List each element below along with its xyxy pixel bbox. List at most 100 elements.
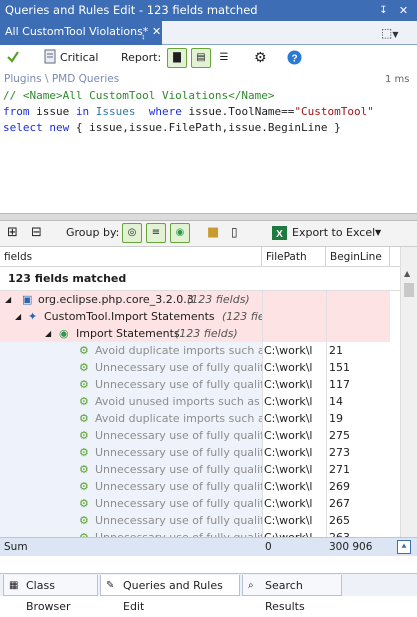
rule-violation-icon: ⚙ xyxy=(79,361,89,374)
svg-text:X: X xyxy=(276,229,283,240)
help-icon[interactable]: ? xyxy=(287,50,302,65)
list-item[interactable]: ⚙ Unnecessary use of fully qualifiedC:\wo… xyxy=(0,529,400,537)
item-beginline: 271 xyxy=(326,461,390,478)
export-dropdown-icon[interactable]: ▼ xyxy=(375,221,381,245)
collapse-arrow-icon[interactable]: ◢ xyxy=(15,308,21,325)
item-beginline: 265 xyxy=(326,512,390,529)
code-line-comment: // <Name>All CustomTool Violations</Name… xyxy=(3,89,275,102)
list-item[interactable]: ⚙ Unnecessary use of fully qualifiedC:\wo… xyxy=(0,359,400,376)
group-by-type-icon[interactable]: ◉ xyxy=(170,223,190,243)
expand-all-icon[interactable]: ⊞ xyxy=(7,225,18,240)
tree-row-assembly[interactable]: ◢ ▣ org.eclipse.php.core_3.2.0.3 (123 field… xyxy=(0,291,400,308)
export-to-excel-button[interactable]: Export to Excel xyxy=(292,221,375,245)
scroll-thumb[interactable] xyxy=(404,283,414,297)
tree-label: Import Statements xyxy=(76,327,180,340)
rule-violation-icon: ⚙ xyxy=(79,344,89,357)
critical-icon[interactable] xyxy=(44,49,58,65)
collapse-up-icon[interactable]: ⯅ xyxy=(397,540,411,554)
pin-icon[interactable]: ↧ xyxy=(376,3,391,18)
item-text: Unnecessary use of fully qualified xyxy=(95,361,262,374)
list-item[interactable]: ⚙ Unnecessary use of fully qualifiedC:\wo… xyxy=(0,427,400,444)
item-text: Unnecessary use of fully qualified xyxy=(95,514,262,527)
list-item[interactable]: ⚙ Unnecessary use of fully qualifiedC:\wo… xyxy=(0,478,400,495)
list-item[interactable]: ⚙ Unnecessary use of fully qualifiedC:\wo… xyxy=(0,461,400,478)
item-beginline: 263 xyxy=(326,529,390,537)
code-line-from: from issue in Issues where issue.ToolNam… xyxy=(3,105,374,118)
list-item[interactable]: ⚙ Avoid unused imports such as 'javC:\wor… xyxy=(0,393,400,410)
rule-violation-icon: ⚙ xyxy=(79,480,89,493)
collapse-arrow-icon[interactable]: ◢ xyxy=(45,325,51,342)
group-by-assembly-icon[interactable]: ◎ xyxy=(122,223,142,243)
excel-icon[interactable]: X xyxy=(272,226,287,240)
new-tab-icon: ⬚ xyxy=(381,26,393,40)
column-header-beginline[interactable]: BeginLine xyxy=(326,247,390,267)
item-beginline: 19 xyxy=(326,410,390,427)
report-bars-icon[interactable]: ▇ xyxy=(167,48,187,68)
sum-row: Sum 0 300 906 ⯅ xyxy=(0,537,417,556)
tab-search-results[interactable]: ⌕ Search Results xyxy=(242,575,342,613)
search-icon: ⌕ xyxy=(248,580,254,591)
item-filepath: C:\work\l xyxy=(262,495,326,512)
item-filepath: C:\work\l xyxy=(262,410,326,427)
item-text: Unnecessary use of fully qualified xyxy=(95,378,262,391)
list-item[interactable]: ⚙ Unnecessary use of fully qualifiedC:\wo… xyxy=(0,495,400,512)
list-item[interactable]: ⚙ Unnecessary use of fully qualifiedC:\wo… xyxy=(0,512,400,529)
panel-splitter[interactable] xyxy=(0,213,417,221)
tab-queries-and-rules-edit[interactable]: ✎ Queries and Rules Edit xyxy=(100,575,240,613)
group-by-namespace-icon[interactable]: ≡ xyxy=(146,223,166,243)
gear-icon[interactable]: ⚙ xyxy=(254,50,267,66)
item-beginline: 14 xyxy=(326,393,390,410)
tab-all-customtool-violations[interactable]: All CustomTool Violations* ⨟ ✕ xyxy=(0,21,162,45)
folder-icon[interactable]: ■ xyxy=(207,225,219,240)
window-title: Queries and Rules Edit - 123 fields matc… xyxy=(5,3,258,17)
namespace-icon: ✦ xyxy=(28,310,38,323)
item-text: Avoid duplicate imports such as 'c xyxy=(95,344,262,357)
rule-violation-icon: ⚙ xyxy=(79,463,89,476)
breadcrumb[interactable]: Plugins \ PMD Queries xyxy=(0,71,417,88)
tree-row-type[interactable]: ◢ ◉ Import Statements (123 fields) xyxy=(0,325,400,342)
tree-label: org.eclipse.php.core_3.2.0.3 xyxy=(38,293,194,306)
results-toolbar: ⊞ ⊟ Group by: ◎ ≡ ◉ ■ ▯ X Export to Exce… xyxy=(0,221,417,247)
column-header-fields[interactable]: fields xyxy=(0,247,262,267)
list-item[interactable]: ⚙ Unnecessary use of fully qualifiedC:\wo… xyxy=(0,444,400,461)
svg-text:?: ? xyxy=(291,54,297,65)
window-title-bar: Queries and Rules Edit - 123 fields matc… xyxy=(0,0,417,21)
tab-dropdown-button[interactable]: ⬚▼ xyxy=(381,24,411,42)
column-header-filepath[interactable]: FilePath xyxy=(262,247,326,267)
tree-label: CustomTool.Import Statements xyxy=(44,310,215,323)
collapse-all-icon[interactable]: ⊟ xyxy=(31,225,42,240)
item-beginline: 273 xyxy=(326,444,390,461)
results-tree: ◢ ▣ org.eclipse.php.core_3.2.0.3 (123 field… xyxy=(0,291,400,537)
item-beginline: 117 xyxy=(326,376,390,393)
class-browser-icon: ▦ xyxy=(9,580,19,591)
document-icon[interactable]: ▯ xyxy=(231,225,238,239)
list-item[interactable]: ⚙ Unnecessary use of fully qualifiedC:\wo… xyxy=(0,376,400,393)
list-item[interactable]: ⚙ Avoid duplicate imports such as 'cC:\wo… xyxy=(0,410,400,427)
close-icon[interactable]: ✕ xyxy=(396,3,411,18)
collapse-arrow-icon[interactable]: ◢ xyxy=(5,291,11,308)
tab-close-icon[interactable]: ✕ xyxy=(152,21,161,43)
vertical-scrollbar[interactable]: ▲ xyxy=(400,247,417,537)
item-filepath: C:\work\l xyxy=(262,376,326,393)
code-line-select: select new { issue,issue.FilePath,issue.… xyxy=(3,121,341,134)
tree-row-namespace[interactable]: ◢ ✦ CustomTool.Import Statements (123 fiel xyxy=(0,308,400,325)
query-toolbar: Critical Report: ▇ ▤ ☰ ⚙ ? xyxy=(0,45,417,71)
sum-filepath: 0 xyxy=(265,541,272,553)
tab-class-browser[interactable]: ▦ Class Browser xyxy=(3,575,98,613)
checkmark-icon[interactable] xyxy=(6,50,20,64)
report-list-icon[interactable]: ☰ xyxy=(214,48,234,68)
item-filepath: C:\work\l xyxy=(262,342,326,359)
elapsed-time: 1 ms xyxy=(385,74,410,85)
list-item[interactable]: ⚙ Avoid duplicate imports such as 'cC:\wo… xyxy=(0,342,400,359)
group-by-label: Group by: xyxy=(66,226,120,239)
item-text: Unnecessary use of fully qualified xyxy=(95,497,262,510)
item-beginline: 267 xyxy=(326,495,390,512)
scroll-up-icon[interactable]: ▲ xyxy=(404,269,410,278)
rule-violation-icon: ⚙ xyxy=(79,378,89,391)
item-beginline: 21 xyxy=(326,342,390,359)
report-doc-icon[interactable]: ▤ xyxy=(191,48,211,68)
critical-label[interactable]: Critical xyxy=(60,45,98,71)
item-filepath: C:\work\l xyxy=(262,359,326,376)
query-editor[interactable]: // <Name>All CustomTool Violations</Name… xyxy=(0,88,417,213)
tab-label: All CustomTool Violations* xyxy=(5,25,149,38)
